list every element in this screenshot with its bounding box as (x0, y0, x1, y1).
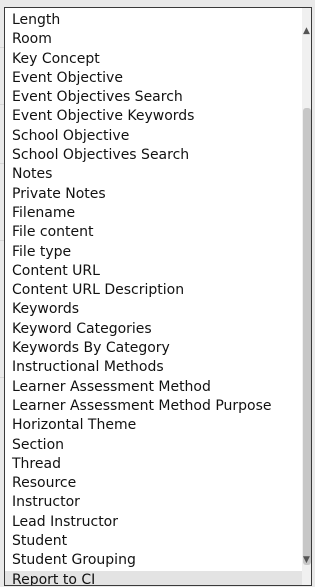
option-private-notes[interactable]: Private Notes (5, 185, 311, 204)
option-event-objective-keywords[interactable]: Event Objective Keywords (5, 107, 311, 126)
chevron-up-icon[interactable]: ▲ (302, 22, 311, 40)
option-learner-assessment-method[interactable]: Learner Assessment Method (5, 378, 311, 397)
vertical-scrollbar[interactable]: ▲ ▼ (302, 8, 311, 585)
option-key-concept[interactable]: Key Concept (5, 50, 311, 69)
option-section[interactable]: Section (5, 436, 311, 455)
option-room[interactable]: Room (5, 30, 311, 49)
option-student[interactable]: Student (5, 532, 311, 551)
option-student-grouping[interactable]: Student Grouping (5, 551, 311, 570)
option-thread[interactable]: Thread (5, 455, 311, 474)
option-school-objectives-search[interactable]: School Objectives Search (5, 146, 311, 165)
option-filename[interactable]: Filename (5, 204, 311, 223)
option-file-content[interactable]: File content (5, 223, 311, 242)
page: Length Room Key Concept Event Objective Even… (0, 0, 315, 587)
option-report-to-ci[interactable]: Report to CI (5, 570, 311, 585)
option-content-url[interactable]: Content URL (5, 262, 311, 281)
option-keywords[interactable]: Keywords (5, 300, 311, 319)
option-length[interactable]: Length (5, 11, 311, 30)
chevron-down-icon[interactable]: ▼ (302, 551, 311, 569)
option-school-objective[interactable]: School Objective (5, 127, 311, 146)
option-keywords-by-category[interactable]: Keywords By Category (5, 339, 311, 358)
option-horizontal-theme[interactable]: Horizontal Theme (5, 416, 311, 435)
scrollbar-thumb[interactable] (303, 108, 311, 565)
option-resource[interactable]: Resource (5, 474, 311, 493)
option-event-objective[interactable]: Event Objective (5, 69, 311, 88)
option-instructor[interactable]: Instructor (5, 493, 311, 512)
option-notes[interactable]: Notes (5, 165, 311, 184)
option-event-objectives-search[interactable]: Event Objectives Search (5, 88, 311, 107)
option-file-type[interactable]: File type (5, 243, 311, 262)
option-learner-assessment-method-purpose[interactable]: Learner Assessment Method Purpose (5, 397, 311, 416)
option-instructional-methods[interactable]: Instructional Methods (5, 358, 311, 377)
option-keyword-categories[interactable]: Keyword Categories (5, 320, 311, 339)
options-list: Length Room Key Concept Event Objective Even… (5, 11, 311, 585)
field-select-dropdown[interactable]: Length Room Key Concept Event Objective Even… (4, 7, 312, 586)
option-content-url-description[interactable]: Content URL Description (5, 281, 311, 300)
option-lead-instructor[interactable]: Lead Instructor (5, 513, 311, 532)
